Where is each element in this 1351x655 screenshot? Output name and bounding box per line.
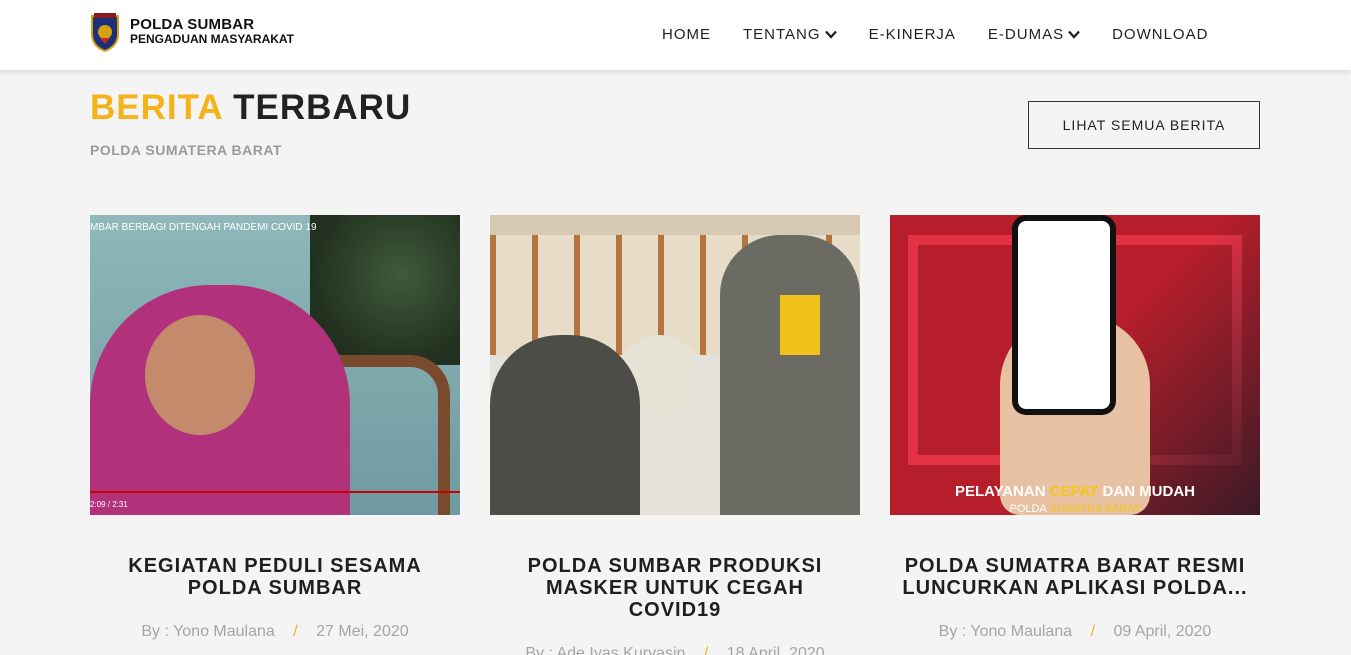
nav-home[interactable]: HOME: [662, 26, 711, 43]
news-author: By : Yono Maulana: [938, 623, 1073, 640]
news-author: By : Ade Iyas Kuryasin: [525, 645, 686, 655]
section-title: BERITA TERBARU: [90, 88, 411, 128]
section-subtitle: POLDA SUMATERA BARAT: [90, 142, 282, 158]
image-banner-sub: POLDA SUMATRA BARAT: [1009, 503, 1141, 515]
news-meta: By : Yono Maulana / 09 April, 2020: [890, 623, 1260, 641]
meta-separator: /: [1090, 623, 1096, 640]
news-title[interactable]: POLDA SUMBAR PRODUKSI MASKER UNTUK CEGAH…: [490, 555, 860, 621]
chevron-down-icon: [1068, 30, 1080, 39]
section-title-accent: BERITA: [90, 88, 223, 127]
phone-mockup: [1012, 215, 1116, 415]
video-time: 2:09 / 2:31: [90, 500, 128, 509]
meta-separator: /: [293, 623, 298, 640]
chevron-down-icon: [824, 30, 837, 39]
news-author: By : Yono Maulana: [141, 623, 275, 640]
nav-tentang-label: TENTANG: [743, 26, 821, 43]
news-title[interactable]: POLDA SUMATRA BARAT RESMI LUNCURKAN APLI…: [890, 555, 1260, 599]
news-meta: By : Yono Maulana / 27 Mei, 2020: [90, 623, 460, 641]
news-thumbnail[interactable]: [490, 215, 860, 515]
nav-e-dumas[interactable]: E-DUMAS: [988, 26, 1080, 43]
nav-e-dumas-label: E-DUMAS: [987, 26, 1065, 43]
news-card[interactable]: PELAYANAN CEPAT DAN MUDAH POLDA SUMATRA …: [890, 215, 1260, 641]
brand-subtitle: PENGADUAN MASYARAKAT: [130, 32, 295, 46]
nav-download[interactable]: DOWNLOAD: [1112, 26, 1208, 43]
news-date: 09 April, 2020: [1113, 623, 1212, 640]
video-caption: MBAR BERBAGI DITENGAH PANDEMI COVID 19: [90, 222, 317, 233]
polda-shield-logo-icon: [91, 13, 119, 52]
nav-e-kinerja[interactable]: E-KINERJA: [869, 26, 956, 43]
video-progress-bar[interactable]: [90, 491, 460, 493]
news-date: 27 Mei, 2020: [316, 623, 409, 640]
news-card[interactable]: POLDA SUMBAR PRODUKSI MASKER UNTUK CEGAH…: [490, 215, 860, 655]
top-navbar: POLDA SUMBAR PENGADUAN MASYARAKAT HOME T…: [0, 0, 1351, 70]
news-thumbnail[interactable]: MBAR BERBAGI DITENGAH PANDEMI COVID 19 2…: [90, 215, 460, 515]
meta-separator: /: [703, 645, 709, 655]
nav-tentang[interactable]: TENTANG: [743, 26, 837, 43]
news-thumbnail[interactable]: PELAYANAN CEPAT DAN MUDAH POLDA SUMATRA …: [890, 215, 1260, 515]
main-nav: HOME TENTANG E-KINERJA E-DUMAS DOWNLOAD: [662, 26, 1240, 43]
image-banner: PELAYANAN CEPAT DAN MUDAH: [954, 483, 1196, 500]
nav-home-label: HOME: [662, 26, 711, 43]
section-title-rest: TERBARU: [233, 88, 412, 127]
see-all-news-button[interactable]: LIHAT SEMUA BERITA: [1028, 101, 1260, 149]
news-title[interactable]: KEGIATAN PEDULI SESAMA POLDA SUMBAR: [90, 555, 460, 599]
news-meta: By : Ade Iyas Kuryasin / 18 April, 2020: [490, 645, 860, 655]
nav-e-kinerja-label: E-KINERJA: [868, 26, 956, 43]
news-section-header: BERITA TERBARU POLDA SUMATERA BARAT: [90, 88, 411, 158]
news-date: 18 April, 2020: [726, 645, 825, 655]
news-card[interactable]: MBAR BERBAGI DITENGAH PANDEMI COVID 19 2…: [90, 215, 460, 641]
nav-download-label: DOWNLOAD: [1112, 26, 1209, 43]
brand-title: POLDA SUMBAR: [130, 16, 255, 33]
brand[interactable]: POLDA SUMBAR PENGADUAN MASYARAKAT: [90, 12, 294, 52]
